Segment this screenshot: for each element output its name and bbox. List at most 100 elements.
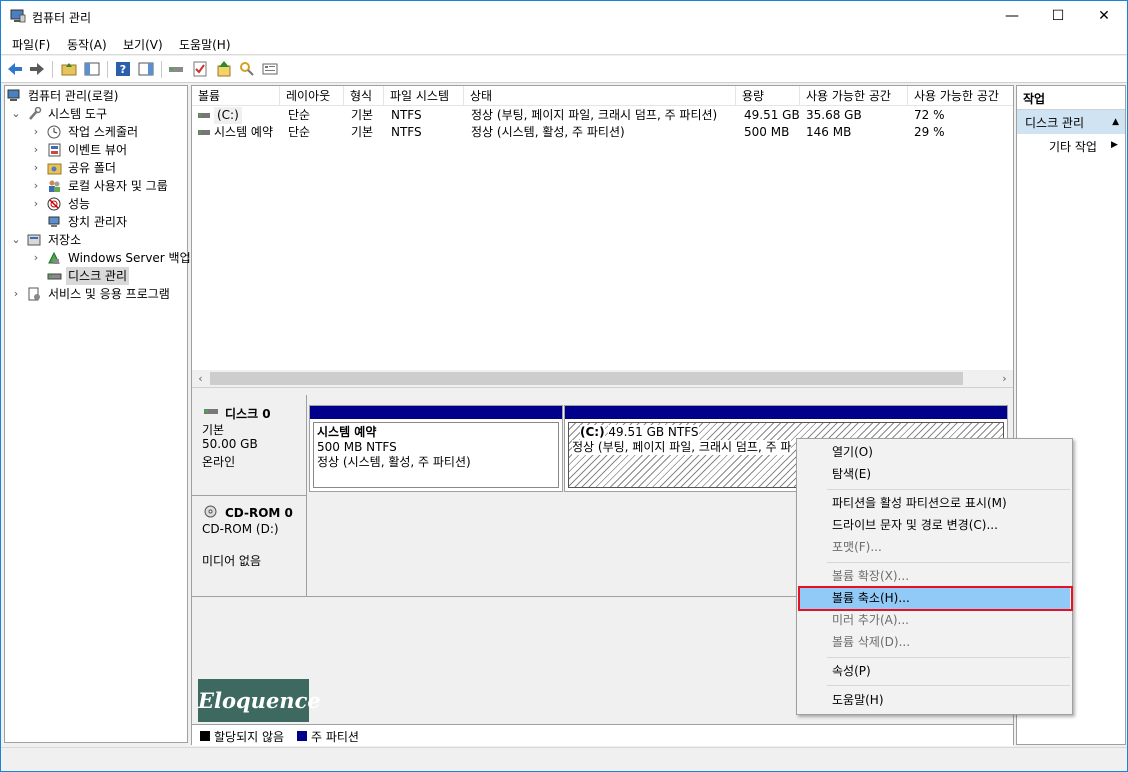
legend: 할당되지 않음 주 파티션 (192, 724, 1013, 746)
highlight-outline (798, 586, 1073, 611)
search-icon[interactable] (238, 60, 256, 78)
legend-primary: 주 파티션 (311, 730, 359, 744)
chevron-right-icon[interactable]: › (31, 195, 41, 213)
navigation-tree: 컴퓨터 관리(로컬) ⌄ 시스템 도구 › 작업 스케줄러 › 이벤트 뷰어 ›… (4, 85, 191, 743)
actions-header: 작업 (1017, 86, 1125, 110)
column-header[interactable]: 형식 (344, 86, 384, 106)
show-hide-action-pane-icon[interactable] (137, 60, 155, 78)
actions-more[interactable]: 기타 작업 ▶ (1049, 138, 1118, 155)
cdrom-icon (204, 505, 217, 518)
scroll-right-icon[interactable]: › (996, 370, 1013, 387)
volume-list-header: 볼륨 레이아웃 형식 파일 시스템 상태 용량 사용 가능한 공간 사용 가능한… (192, 86, 1013, 106)
column-header[interactable]: 상태 (464, 86, 736, 106)
performance-icon (47, 197, 61, 211)
menu-item-help[interactable]: 도움말(H) (799, 689, 1070, 711)
menu-view[interactable]: 보기(V) (123, 36, 163, 53)
scroll-thumb[interactable] (210, 372, 963, 385)
horizontal-scrollbar[interactable]: ‹ › (192, 370, 1013, 387)
tree-label: 로컬 사용자 및 그룹 (68, 179, 168, 193)
back-arrow-icon[interactable] (6, 60, 24, 78)
close-button[interactable]: ✕ (1081, 1, 1127, 32)
tree-label: 디스크 관리 (66, 267, 130, 285)
column-header[interactable]: 레이아웃 (280, 86, 344, 106)
menu-item-format[interactable]: 포맷(F)... (799, 536, 1070, 558)
tree-label: 이벤트 뷰어 (68, 143, 128, 157)
partition-system-reserved[interactable]: 시스템 예약 500 MB NTFS 정상 (시스템, 활성, 주 파티션) (309, 405, 563, 492)
chevron-down-icon[interactable]: ⌄ (11, 105, 21, 123)
menu-item-change-drive-letter[interactable]: 드라이브 문자 및 경로 변경(C)... (799, 514, 1070, 536)
unallocated-swatch (200, 731, 210, 741)
chevron-right-icon[interactable]: › (11, 285, 21, 303)
collapse-up-icon[interactable]: ▲ (1112, 117, 1119, 127)
column-header[interactable]: 사용 가능한 공간 (800, 86, 908, 106)
table-row[interactable]: (C:) 단순 기본 NTFS 정상 (부팅, 페이지 파일, 크래시 덤프, … (192, 107, 1013, 124)
chevron-right-icon[interactable]: › (31, 123, 41, 141)
chevron-right-icon[interactable]: › (31, 177, 41, 195)
title-bar: 컴퓨터 관리 — ☐ ✕ (1, 1, 1127, 32)
users-icon (49, 180, 60, 192)
volume-icon (198, 130, 210, 135)
disk-icon (204, 409, 218, 414)
forward-arrow-icon[interactable] (28, 60, 46, 78)
chevron-right-icon[interactable]: › (31, 249, 41, 267)
event-viewer-icon (48, 143, 61, 157)
device-manager-icon (48, 216, 60, 227)
actions-disk-management[interactable]: 디스크 관리 ▲ (1017, 110, 1125, 134)
chevron-right-icon[interactable]: › (31, 141, 41, 159)
tree-label: 성능 (68, 197, 91, 211)
disk-0-label[interactable]: 디스크 0 기본 50.00 GB 온라인 (192, 395, 307, 496)
scroll-left-icon[interactable]: ‹ (192, 370, 209, 387)
volume-icon (198, 113, 210, 118)
up-arrow-doc-icon[interactable] (215, 60, 233, 78)
shared-folder-icon (47, 163, 62, 175)
chevron-down-icon[interactable]: ⌄ (11, 231, 21, 249)
chevron-right-icon: ▶ (1111, 140, 1118, 150)
column-header[interactable]: 볼륨 (192, 86, 280, 106)
checklist-icon[interactable] (191, 60, 209, 78)
svg-text:?: ? (120, 63, 126, 76)
toolbar: ? (1, 56, 1127, 83)
pane-splitter[interactable] (192, 387, 1013, 395)
show-hide-tree-icon[interactable] (83, 60, 101, 78)
primary-partition-swatch (297, 731, 307, 741)
window-title: 컴퓨터 관리 (32, 11, 92, 25)
tree-label: 시스템 도구 (48, 107, 108, 121)
chevron-right-icon[interactable]: › (31, 159, 41, 177)
menu-item-mark-active[interactable]: 파티션을 활성 파티션으로 표시(M) (799, 492, 1070, 514)
menu-item-extend-volume[interactable]: 볼륨 확장(X)... (799, 565, 1070, 587)
minimize-button[interactable]: — (989, 1, 1035, 32)
connect-drive-icon[interactable] (167, 60, 185, 78)
services-icon (28, 287, 40, 301)
column-header[interactable]: 파일 시스템 (384, 86, 464, 106)
maximize-button[interactable]: ☐ (1035, 1, 1081, 32)
tree-label: 서비스 및 응용 프로그램 (48, 287, 170, 301)
column-header[interactable]: 용량 (736, 86, 800, 106)
backup-icon (48, 251, 60, 264)
tools-icon (29, 107, 42, 120)
computer-management-window: 컴퓨터 관리 — ☐ ✕ 파일(F) 동작(A) 보기(V) 도움말(H) ? … (0, 0, 1128, 772)
up-folder-icon[interactable] (60, 60, 78, 78)
menu-item-explore[interactable]: 탐색(E) (799, 463, 1070, 485)
column-header[interactable]: 사용 가능한 공간 (908, 86, 1013, 106)
cdrom-0-label[interactable]: CD-ROM 0 CD-ROM (D:) 미디어 없음 (192, 496, 307, 597)
computer-management-icon (7, 89, 20, 101)
clock-icon (47, 125, 61, 139)
context-menu: 열기(O) 탐색(E) 파티션을 활성 파티션으로 표시(M) 드라이브 문자 … (796, 438, 1073, 715)
menu-item-delete-volume[interactable]: 볼륨 삭제(D)... (799, 631, 1070, 653)
computer-management-icon (10, 9, 26, 23)
tree-label: 작업 스케줄러 (68, 125, 139, 139)
menu-help[interactable]: 도움말(H) (179, 36, 231, 53)
menu-item-add-mirror[interactable]: 미러 추가(A)... (799, 609, 1070, 631)
legend-unallocated: 할당되지 않음 (214, 730, 285, 744)
properties-icon[interactable] (261, 60, 279, 78)
menu-file[interactable]: 파일(F) (12, 36, 50, 53)
menu-item-open[interactable]: 열기(O) (799, 441, 1070, 463)
tree-label: 컴퓨터 관리(로컬) (28, 89, 119, 103)
menu-item-properties[interactable]: 속성(P) (799, 660, 1070, 682)
menu-action[interactable]: 동작(A) (67, 36, 107, 53)
tree-label: 공유 폴더 (68, 161, 116, 175)
menu-bar: 파일(F) 동작(A) 보기(V) 도움말(H) (1, 32, 1127, 55)
table-row[interactable]: 시스템 예약 단순 기본 NTFS 정상 (시스템, 활성, 주 파티션) 50… (192, 124, 1013, 141)
tree-label: 저장소 (48, 233, 82, 247)
help-icon[interactable]: ? (114, 60, 132, 78)
